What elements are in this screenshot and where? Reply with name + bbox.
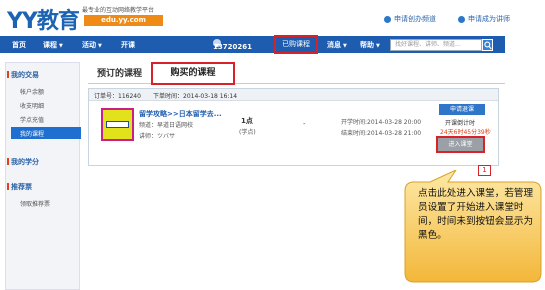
chevron-down-icon: ▼ [215,43,219,49]
start-time: 开学时间:2014-03-28 20:00 [341,119,422,126]
nav-activities[interactable]: 活动 ▼ [82,40,102,50]
user-menu[interactable]: 13720261 ▼ [213,39,252,51]
yy-edu-logo[interactable]: YY教育 [7,3,80,35]
sidebar-item-balance[interactable]: 帐户余额 [20,87,44,96]
site-url-badge: edu.yy.com [84,15,163,26]
sidebar-section-trade[interactable]: 我的交易 [7,70,39,80]
nav-messages[interactable]: 消息 ▼ [327,40,347,50]
course-teacher: 讲师：ツバサ [139,133,176,140]
chevron-down-icon: ▼ [59,43,63,49]
countdown-label: 开课倒计时 [445,120,476,127]
nav-help[interactable]: 帮助 ▼ [360,40,380,50]
apply-refund-button[interactable]: 申请退课 [439,104,485,115]
course-tabs: 预订的课程 购买的课程 [88,62,505,85]
order-card: 订单号：116240 下单时间：2014-03-18 16:14 留学攻略>>日… [88,88,499,166]
end-time: 结束时间:2014-03-28 21:00 [341,130,422,137]
nav-home[interactable]: 首页 [12,40,26,50]
enter-classroom-button[interactable]: 进入课堂 [438,138,483,151]
nav-courses[interactable]: 课程 ▼ [43,40,63,50]
callout-text: 点击此处进入课堂，若管理员设置了开始进入课堂时间，时间未到按钮会显示为黑色。 [418,188,534,241]
price-unit: (学点) [239,129,256,136]
tab-reserved-courses[interactable]: 预订的课程 [97,66,142,79]
bullet-icon [458,15,465,23]
apply-teacher-link[interactable]: 申请成为讲师 [458,14,510,24]
course-thumbnail[interactable] [101,108,134,141]
course-name-link[interactable]: 留学攻略>>日本留学去... [139,109,222,119]
search-icon [484,41,492,50]
chevron-down-icon: ▼ [343,43,347,49]
sidebar-item-my-courses[interactable]: 我的课程 [11,127,81,139]
order-number: 订单号：116240 [94,93,141,100]
sidebar-section-credits[interactable]: 我的学分 [7,157,39,167]
sidebar-item-recharge[interactable]: 学点充值 [20,115,44,124]
chevron-down-icon: ▼ [98,43,102,49]
sidebar-item-get-votes[interactable]: 领取推荐票 [20,199,50,208]
tab-purchased-courses[interactable]: 购买的课程 [151,62,235,85]
apply-channel-link[interactable]: 申请创办频道 [384,14,436,24]
chevron-down-icon: ▼ [376,43,380,49]
sidebar-section-votes[interactable]: 推荐票 [7,182,32,192]
bullet-icon [384,15,391,23]
course-price: 1点 [241,117,253,125]
header: YY教育 最专业的互动网络教学平台 edu.yy.com 申请创办频道 申请成为… [0,0,545,35]
sidebar-item-statement[interactable]: 收支明细 [20,101,44,110]
purchased-courses-button[interactable]: 已购课程 [274,35,318,54]
order-header: 订单号：116240 下单时间：2014-03-18 16:14 [89,89,498,101]
thumbnail-banner [106,121,129,128]
countdown-value: 24天6时45分39秒 [440,129,491,136]
search-button[interactable] [482,39,493,51]
empty-value: - [303,120,306,128]
order-time: 下单时间：2014-03-18 16:14 [153,93,238,100]
slogan: 最专业的互动网络教学平台 [82,7,155,14]
instruction-callout: 点击此处进入课堂，若管理员设置了开始进入课堂时间，时间未到按钮会显示为黑色。 [404,170,543,283]
search-input[interactable]: 找好课程、讲师、频道... [390,39,482,51]
nav-open-course[interactable]: 开课 [121,40,135,50]
sidebar: 我的交易 帐户余额 收支明细 学点充值 我的课程 我的学分 推荐票 领取推荐票 [5,62,81,290]
course-channel: 频道：早道日语网校 [139,122,194,129]
